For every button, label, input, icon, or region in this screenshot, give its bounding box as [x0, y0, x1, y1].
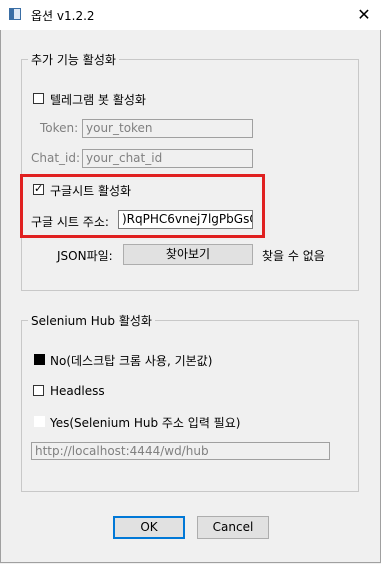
- gsheet-address-label: 구글 시트 주소:: [31, 215, 109, 229]
- option-no-label: No(데스크탑 크롬 사용, 기본값): [50, 354, 213, 368]
- browse-button[interactable]: 찾아보기: [123, 244, 253, 265]
- extra-features-group-title: 추가 기능 활성화: [28, 51, 119, 68]
- option-no-indicator[interactable]: [34, 354, 45, 365]
- telegram-checkbox[interactable]: [33, 93, 44, 104]
- cancel-button[interactable]: Cancel: [197, 516, 269, 539]
- selenium-group-title: Selenium Hub 활성화: [28, 312, 155, 329]
- token-label: Token:: [40, 121, 79, 135]
- json-status: 찾을 수 없음: [262, 249, 325, 263]
- app-icon: [9, 8, 21, 20]
- option-headless-label: Headless: [50, 384, 105, 398]
- window-title: 옵션 v1.2.2: [31, 9, 95, 23]
- token-field[interactable]: your_token: [82, 119, 253, 138]
- ok-button[interactable]: OK: [113, 516, 185, 539]
- title-bar: 옵션 v1.2.2 ✕: [0, 0, 381, 30]
- option-yes-label: Yes(Selenium Hub 주소 입력 필요): [50, 416, 241, 430]
- gsheet-address-field[interactable]: )RqPHC6vnej7lgPbGsC0: [118, 210, 253, 229]
- gsheet-checkbox[interactable]: [33, 182, 44, 195]
- close-icon[interactable]: ✕: [352, 3, 376, 27]
- chat-id-field[interactable]: your_chat_id: [82, 149, 253, 168]
- telegram-label: 텔레그램 봇 활성화: [50, 93, 146, 107]
- hub-url-field[interactable]: http://localhost:4444/wd/hub: [31, 442, 330, 460]
- gsheet-label: 구글시트 활성화: [50, 184, 132, 198]
- option-headless-checkbox[interactable]: [33, 385, 44, 396]
- option-yes-indicator[interactable]: [34, 416, 45, 427]
- selenium-group: [21, 320, 359, 492]
- json-label: JSON파일:: [57, 249, 113, 263]
- chat-id-label: Chat_id:: [31, 151, 81, 165]
